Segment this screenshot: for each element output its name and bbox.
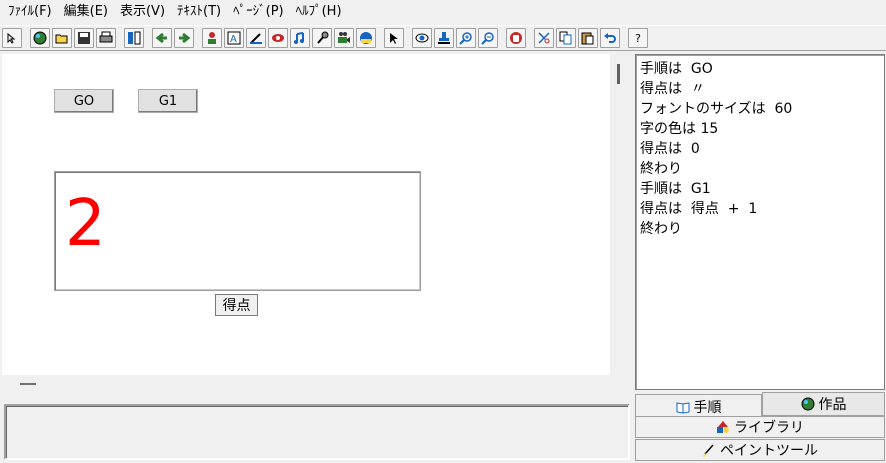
- code-line: 字の色は 15: [640, 121, 719, 137]
- script-editor[interactable]: 手順は GO 得点は 〃 フォントのサイズは 60 字の色は 15 得点は 0 …: [635, 54, 885, 390]
- open-folder-icon[interactable]: [52, 28, 72, 48]
- paint-tool-button[interactable]: ペイントツール: [635, 439, 885, 461]
- code-line: 得点は 0: [640, 141, 700, 157]
- paste-icon[interactable]: [578, 28, 598, 48]
- code-line: 得点は 得点 + 1: [640, 201, 758, 217]
- score-label[interactable]: 得点: [215, 294, 258, 316]
- globe-icon: [801, 397, 814, 411]
- globe-icon[interactable]: [30, 28, 50, 48]
- copy-icon[interactable]: [556, 28, 576, 48]
- stop-hand-icon[interactable]: [506, 28, 526, 48]
- help-icon[interactable]: ?: [628, 28, 648, 48]
- book-icon: [676, 401, 689, 414]
- menu-bar: ﾌｧｲﾙ(F) 編集(E) 表示(V) ﾃｷｽﾄ(T) ﾍﾟｰｼﾞ(P) ﾍﾙﾌ…: [0, 0, 886, 24]
- library-button[interactable]: ライブラリ: [635, 416, 885, 438]
- zoom-in-icon[interactable]: [456, 28, 476, 48]
- tab-works-label: 作品: [818, 397, 847, 413]
- stamp-icon[interactable]: [434, 28, 454, 48]
- face-icon[interactable]: [356, 28, 376, 48]
- next-page-icon[interactable]: [174, 28, 194, 48]
- code-line: 得点は 〃: [640, 81, 705, 97]
- message-panel: [4, 404, 630, 460]
- character-icon[interactable]: [202, 28, 222, 48]
- preview-eye-icon[interactable]: [412, 28, 432, 48]
- undo-icon[interactable]: [600, 28, 620, 48]
- text-box-icon[interactable]: A: [224, 28, 244, 48]
- select-arrow-icon[interactable]: [2, 28, 22, 48]
- page-list-icon[interactable]: [124, 28, 144, 48]
- pen-tool-icon[interactable]: [246, 28, 266, 48]
- movie-camera-icon[interactable]: [334, 28, 354, 48]
- score-value: 2: [65, 187, 106, 261]
- tab-steps[interactable]: 手順: [635, 394, 762, 418]
- go-button[interactable]: GO: [54, 89, 114, 113]
- menu-page[interactable]: ﾍﾟｰｼﾞ(P): [229, 0, 291, 24]
- prev-page-icon[interactable]: [152, 28, 172, 48]
- library-label: ライブラリ: [734, 420, 804, 436]
- eye-shape-icon[interactable]: [268, 28, 288, 48]
- code-line: 終わり: [640, 161, 682, 177]
- code-line: フォントのサイズは 60: [640, 101, 793, 117]
- menu-view[interactable]: 表示(V): [116, 0, 173, 24]
- score-display-box: 2: [54, 171, 421, 291]
- svg-text:A: A: [230, 34, 237, 45]
- resize-grip[interactable]: [20, 383, 36, 385]
- canvas-scrollbar[interactable]: [611, 54, 631, 394]
- menu-file[interactable]: ﾌｧｲﾙ(F): [4, 0, 60, 24]
- g1-button[interactable]: G1: [138, 89, 198, 113]
- menu-text[interactable]: ﾃｷｽﾄ(T): [173, 0, 229, 24]
- microphone-icon[interactable]: [312, 28, 332, 48]
- music-note-icon[interactable]: [290, 28, 310, 48]
- code-line: 終わり: [640, 221, 682, 237]
- cut-icon[interactable]: [534, 28, 554, 48]
- code-line: 手順は G1: [640, 181, 711, 197]
- zoom-out-icon[interactable]: [478, 28, 498, 48]
- shapes-icon: [717, 421, 729, 433]
- print-icon[interactable]: [96, 28, 116, 48]
- brush-icon: [703, 444, 714, 457]
- save-icon[interactable]: [74, 28, 94, 48]
- tab-works[interactable]: 作品: [762, 392, 885, 416]
- scrollbar-thumb[interactable]: [617, 64, 620, 84]
- menu-edit[interactable]: 編集(E): [60, 0, 116, 24]
- code-line: 手順は GO: [640, 61, 713, 77]
- paint-tool-label: ペイントツール: [720, 443, 818, 459]
- panel-tabs: 手順 作品: [635, 392, 885, 418]
- toolbar: A ?: [0, 25, 886, 51]
- tab-steps-label: 手順: [693, 399, 722, 416]
- pointer-icon[interactable]: [384, 28, 404, 48]
- menu-help[interactable]: ﾍﾙﾌﾟ(H): [292, 0, 350, 24]
